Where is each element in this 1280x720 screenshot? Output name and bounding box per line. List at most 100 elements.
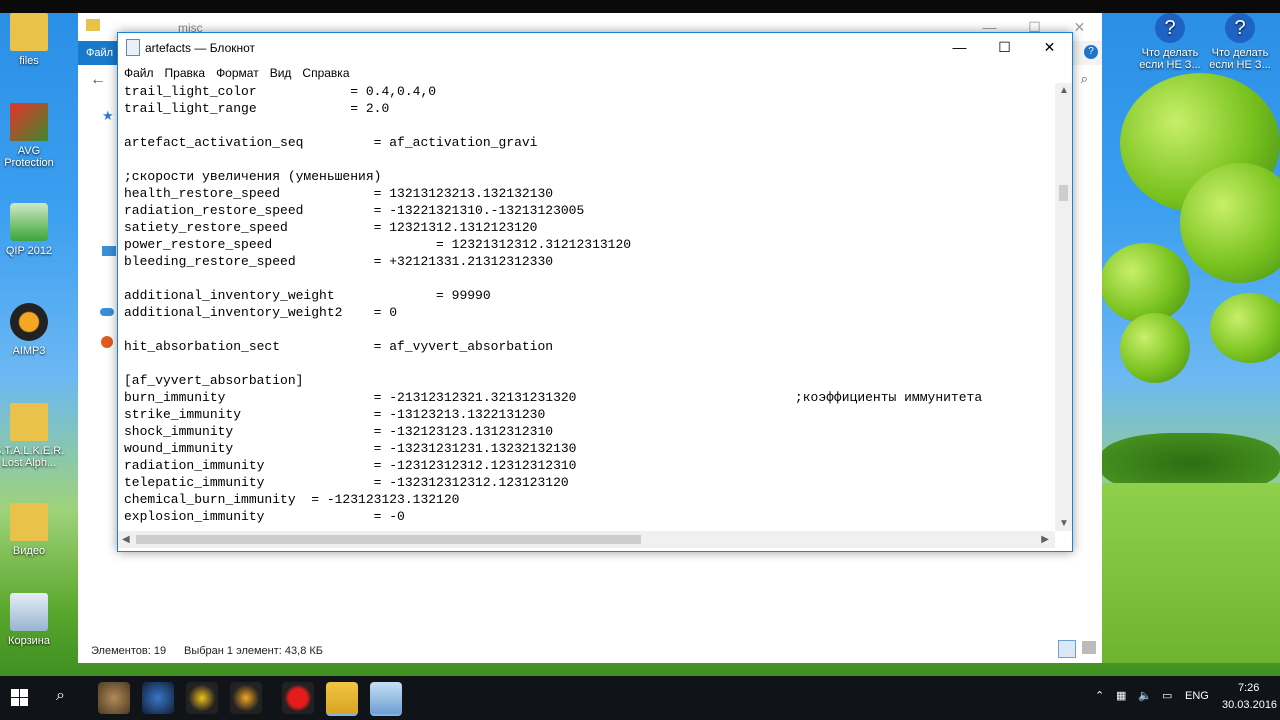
desktop-shortcut-label: Видео: [12, 545, 46, 557]
text-line: [124, 151, 1054, 168]
desktop-shortcut-label: Корзина: [8, 635, 50, 647]
desktop-shortcut[interactable]: AVG Protection: [0, 103, 64, 169]
text-line: chemical_burn_immunity = -123123123.1321…: [124, 492, 460, 507]
text-line: burn_immunity = -21312312321.32131231320…: [124, 390, 983, 405]
desktop-shortcut-label: AIMP3: [12, 345, 46, 357]
question-icon: ?: [1155, 13, 1185, 43]
media-icon[interactable]: [101, 336, 113, 348]
text-line: ;скорости увеличения (уменьшения): [124, 169, 382, 184]
menu-format[interactable]: Формат: [210, 61, 264, 80]
text-line: [af_vyvert_absorbation]: [124, 373, 304, 388]
text-line: [124, 270, 1054, 287]
help-circle-icon[interactable]: ?: [1084, 45, 1098, 59]
menu-edit[interactable]: Правка: [159, 61, 211, 80]
qip-icon: [10, 203, 48, 241]
vertical-scrollbar[interactable]: ▲ ▼: [1055, 83, 1072, 531]
question-icon: ?: [1225, 13, 1255, 43]
menu-view[interactable]: Вид: [264, 61, 297, 80]
desktop-shortcut-label: S.T.A.L.K.E.R. Lost Alph...: [0, 445, 65, 469]
explorer-sidebar: ★: [98, 108, 118, 348]
taskbar-notepad-icon[interactable]: [370, 682, 402, 716]
desktop-shortcut[interactable]: AIMP3: [0, 303, 64, 357]
clock-time[interactable]: 7:26: [1238, 682, 1259, 694]
taskbar: ⌕ ⌃ ▦ 🔈 ▭ ENG 7:26 30.03.2016: [0, 676, 1280, 720]
help-shortcut-2-label: Что делать если НЕ З...: [1209, 47, 1271, 71]
recycle-bin-icon: [10, 593, 48, 631]
text-line: artefact_activation_seq = af_activation_…: [124, 135, 538, 150]
help-shortcut-1-label: Что делать если НЕ З...: [1139, 47, 1201, 71]
network-icon[interactable]: ▦: [1116, 689, 1126, 702]
language-indicator[interactable]: ENG: [1185, 690, 1209, 702]
taskbar-radiation-icon[interactable]: [186, 682, 218, 714]
taskbar-record-icon[interactable]: [282, 682, 314, 714]
tray-expand-icon[interactable]: ⌃: [1095, 689, 1104, 702]
text-line: wound_immunity = -13231231231.1323213213…: [124, 441, 577, 456]
taskbar-stalker-icon[interactable]: [98, 682, 130, 714]
text-line: trail_light_range = 2.0: [124, 101, 390, 116]
desktop-shortcut[interactable]: Видео: [0, 503, 64, 557]
avg-icon: [10, 103, 48, 141]
help-shortcut-2[interactable]: ? Что делать если НЕ З...: [1205, 13, 1275, 71]
taskbar-aimp-icon[interactable]: [230, 682, 262, 714]
taskbar-explorer-icon[interactable]: [326, 682, 358, 716]
explorer-status-bar: Элементов: 19 Выбран 1 элемент: 43,8 КБ: [78, 633, 1102, 663]
help-shortcut-1[interactable]: ? Что делать если НЕ З...: [1135, 13, 1205, 71]
menu-bar: Файл Правка Формат Вид Справка: [118, 61, 1072, 83]
scroll-down-icon[interactable]: ▼: [1059, 518, 1069, 529]
search-icon[interactable]: ⌕: [1081, 71, 1088, 87]
back-arrow-icon[interactable]: ←: [90, 71, 106, 89]
folder-icon: [10, 403, 48, 441]
cloud-icon[interactable]: [100, 308, 114, 316]
menu-file[interactable]: Файл: [118, 61, 159, 80]
folder-icon: [86, 19, 100, 31]
text-line: hit_absorbation_sect = af_vyvert_absorba…: [124, 339, 554, 354]
status-item-count: Элементов: 19: [91, 645, 167, 657]
desktop-shortcut-label: QIP 2012: [5, 245, 53, 257]
text-line: shock_immunity = -132123123.1312312310: [124, 424, 554, 439]
maximize-button[interactable]: ☐: [982, 33, 1027, 61]
text-line: strike_immunity = -13123213.1322131230: [124, 407, 546, 422]
desktop-shortcut-label: files: [19, 55, 39, 67]
text-line: additional_inventory_weight = 99990: [124, 288, 491, 303]
text-line: trail_light_color = 0.4,0.4,0: [124, 84, 437, 99]
text-line: additional_inventory_weight2 = 0: [124, 305, 398, 320]
volume-icon[interactable]: 🔈: [1138, 689, 1152, 702]
vertical-scroll-thumb[interactable]: [1059, 185, 1068, 201]
notification-icon[interactable]: ▭: [1162, 689, 1172, 702]
horizontal-scroll-thumb[interactable]: [136, 535, 641, 544]
notepad-title: artefacts — Блокнот: [145, 41, 256, 55]
desktop-shortcut[interactable]: Корзина: [0, 593, 64, 647]
tiles-view-icon[interactable]: [1082, 641, 1096, 654]
close-button[interactable]: ✕: [1027, 33, 1072, 61]
search-icon[interactable]: ⌕: [56, 687, 65, 705]
desktop-shortcut[interactable]: files: [0, 13, 64, 67]
minimize-button[interactable]: —: [937, 33, 982, 61]
text-line: [124, 117, 1054, 134]
taskbar-launcher-icon[interactable]: [142, 682, 174, 714]
desktop-shortcut[interactable]: QIP 2012: [0, 203, 64, 257]
star-icon[interactable]: ★: [102, 108, 114, 124]
scroll-right-icon[interactable]: ▶: [1041, 534, 1049, 545]
text-line: [124, 321, 1054, 338]
notepad-window: artefacts — Блокнот — ☐ ✕ Файл Правка Форм…: [117, 32, 1073, 552]
desktop-shortcut[interactable]: S.T.A.L.K.E.R. Lost Alph...: [0, 403, 64, 469]
windows-start-icon[interactable]: [11, 689, 28, 706]
text-line: explosion_immunity = -0: [124, 509, 405, 524]
scroll-up-icon[interactable]: ▲: [1059, 85, 1069, 96]
status-selection: Выбран 1 элемент: 43,8 КБ: [184, 645, 323, 657]
menu-help[interactable]: Справка: [296, 61, 354, 80]
scroll-left-icon[interactable]: ◀: [122, 534, 130, 545]
text-line: telepatic_immunity = -132312312312.12312…: [124, 475, 569, 490]
monitor-icon[interactable]: [102, 246, 116, 256]
text-line: satiety_restore_speed = 12321312.1312123…: [124, 220, 538, 235]
text-line: radiation_immunity = -12312312312.123123…: [124, 458, 577, 473]
clock-date[interactable]: 30.03.2016: [1222, 699, 1277, 711]
text-editor[interactable]: trail_light_color = 0.4,0.4,0 trail_light…: [120, 83, 1054, 531]
aimp-icon: [10, 303, 48, 341]
folder-icon: [10, 13, 48, 51]
horizontal-scrollbar[interactable]: ◀ ▶: [118, 531, 1055, 548]
desktop-shortcut-label: AVG Protection: [4, 145, 54, 169]
text-line: radiation_restore_speed = -13221321310.-…: [124, 203, 585, 218]
details-view-icon[interactable]: [1058, 640, 1076, 658]
notepad-title-bar: artefacts — Блокнот — ☐ ✕: [118, 33, 1072, 61]
